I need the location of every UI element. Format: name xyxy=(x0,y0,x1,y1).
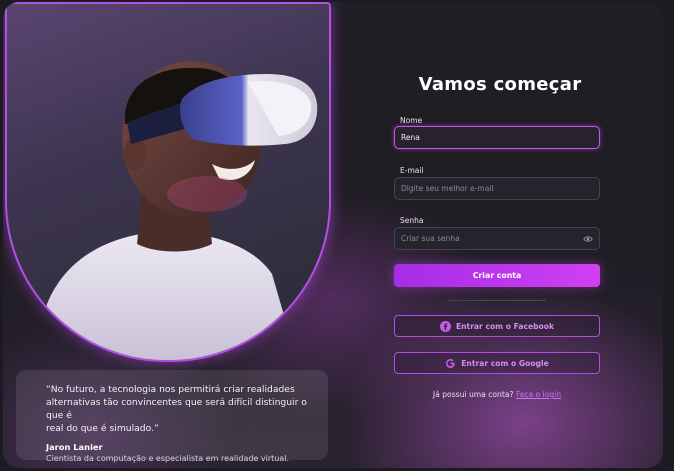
password-input[interactable]: Criar sua senha xyxy=(394,227,600,250)
create-account-button[interactable]: Criar conta xyxy=(394,264,600,287)
eye-icon[interactable] xyxy=(583,234,593,244)
name-input[interactable]: Rena xyxy=(394,126,600,149)
email-input-placeholder: Digite seu melhor e-mail xyxy=(401,184,494,193)
quote-author: Jaron Lanier xyxy=(46,442,103,452)
facebook-login-label: Entrar com o Facebook xyxy=(455,321,555,331)
name-input-value: Rena xyxy=(401,133,420,142)
vr-user-photo xyxy=(5,2,331,362)
quote-line: “No futuro, a tecnologia nos permitirá c… xyxy=(46,384,295,395)
vr-user-illustration xyxy=(37,61,318,360)
quote-line: real do que é simulado.” xyxy=(46,423,159,434)
signin-prompt: Já possui uma conta? Faça o login xyxy=(394,390,600,399)
email-label: E-mail xyxy=(400,166,424,175)
signin-prompt-text: Já possui uma conta? xyxy=(432,390,514,399)
divider xyxy=(448,300,546,301)
create-account-label: Criar conta xyxy=(472,271,522,280)
testimonial-quote: “No futuro, a tecnologia nos permitirá c… xyxy=(16,370,328,463)
signin-link[interactable]: Faça o login xyxy=(516,390,561,399)
google-login-button[interactable]: Entrar com o Google xyxy=(394,352,600,374)
page-title: Vamos começar xyxy=(418,74,582,95)
password-input-placeholder: Criar sua senha xyxy=(401,234,460,243)
email-input[interactable]: Digite seu melhor e-mail xyxy=(394,177,600,200)
quote-line: alternativas tão convincentes que será d… xyxy=(46,397,307,421)
quote-author-role: Cientista da computação e especialista e… xyxy=(46,454,290,463)
google-login-label: Entrar com o Google xyxy=(461,358,549,368)
quote-text: “No futuro, a tecnologia nos permitirá c… xyxy=(46,383,312,435)
facebook-icon xyxy=(439,320,451,332)
facebook-login-button[interactable]: Entrar com o Facebook xyxy=(394,315,600,337)
password-label: Senha xyxy=(400,216,424,225)
google-icon xyxy=(446,358,455,368)
name-label: Nome xyxy=(400,116,423,125)
signup-card: “No futuro, a tecnologia nos permitirá c… xyxy=(3,2,663,468)
